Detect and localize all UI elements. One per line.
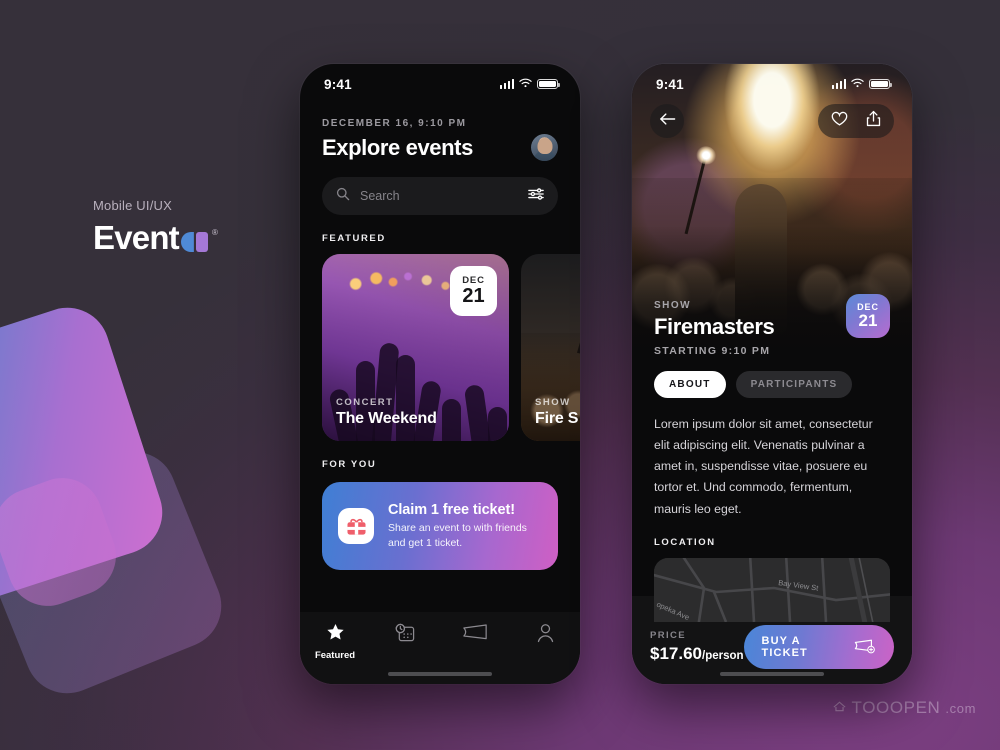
gift-ticket-icon [338, 508, 374, 544]
status-bar: 9:41 [632, 64, 912, 104]
card-title: The Weekend [336, 410, 437, 427]
heart-icon [831, 111, 848, 132]
watermark-name: TOOOPEN [851, 698, 941, 717]
featured-card-list[interactable]: DEC 21 CONCERT The Weekend SHOW Fire S [300, 254, 580, 441]
share-icon [866, 110, 881, 132]
watermark-suffix: .com [945, 700, 976, 716]
promo-card-free-ticket[interactable]: Claim 1 free ticket! Share an event to w… [322, 482, 558, 570]
map-graphic: Bay View St opeka Ave [654, 557, 890, 622]
tab-about[interactable]: ABOUT [654, 371, 726, 398]
event-category: SHOW [654, 300, 692, 311]
cloud-home-icon [832, 698, 847, 718]
location-map[interactable]: Bay View St opeka Ave [654, 557, 890, 622]
filter-sliders-icon[interactable] [528, 187, 544, 206]
card-title: Fire S [535, 410, 579, 427]
cellular-signal-icon [831, 79, 846, 89]
price-value: $17.60/person [650, 644, 744, 664]
brand-logo: Event ® [93, 219, 218, 256]
detail-tabs[interactable]: ABOUT PARTICIPANTS [654, 371, 890, 398]
status-time: 9:41 [656, 76, 684, 92]
home-indicator [720, 672, 824, 676]
battery-icon [537, 78, 561, 90]
ticket-icon [462, 623, 488, 646]
price-amount: $17.60 [650, 644, 702, 663]
buy-ticket-button[interactable]: BUY A TICKET [743, 625, 894, 669]
avatar[interactable] [531, 134, 558, 161]
wifi-icon [851, 75, 864, 93]
header-date: DECEMBER 16, 9:10 PM [322, 118, 467, 129]
watermark: TOOOPEN .com [832, 698, 976, 718]
event-detail-body: SHOW Firemasters STARTING 9:10 PM DEC 21… [632, 294, 912, 622]
ticket-add-icon [854, 638, 876, 657]
card-category: CONCERT [336, 397, 394, 408]
event-date-badge: DEC 21 [846, 294, 890, 338]
tab-tickets[interactable] [440, 623, 510, 646]
share-button[interactable] [858, 106, 888, 136]
registered-mark: ® [211, 228, 218, 237]
hero-action-bar [632, 104, 912, 138]
search-icon [336, 187, 350, 206]
home-indicator [388, 672, 492, 676]
brand-block: Mobile UI/UX Event ® [93, 198, 218, 256]
brand-wordmark: Event [93, 219, 180, 256]
cellular-signal-icon [499, 79, 514, 89]
wifi-icon [519, 75, 532, 93]
status-bar: 9:41 [300, 64, 580, 104]
event-title: Firemasters [654, 314, 775, 339]
logo-bar-icon [195, 232, 208, 252]
promo-title: Claim 1 free ticket! [388, 502, 515, 519]
explore-header: DECEMBER 16, 9:10 PM Explore events [300, 104, 580, 161]
search-input[interactable]: Search [360, 189, 518, 203]
buy-ticket-label: BUY A TICKET [761, 635, 808, 659]
back-button[interactable] [650, 104, 684, 138]
promo-subtitle: Share an event to with friends and get 1… [388, 522, 527, 549]
price-unit: /person [702, 650, 744, 662]
price-label: PRICE [650, 630, 687, 641]
event-date-day: 21 [858, 311, 878, 331]
brand-kicker: Mobile UI/UX [93, 198, 172, 213]
status-time: 9:41 [324, 76, 352, 92]
person-icon [536, 623, 555, 648]
tab-calendar[interactable] [370, 623, 440, 648]
favorite-button[interactable] [824, 106, 854, 136]
battery-icon [869, 78, 893, 90]
tab-label-featured: Featured [314, 650, 356, 661]
page-title: Explore events [322, 134, 473, 160]
section-label-featured: FEATURED [322, 233, 386, 244]
section-label-for-you: FOR YOU [322, 459, 377, 470]
tab-featured[interactable]: Featured [300, 623, 370, 661]
event-description: Lorem ipsum dolor sit amet, consectetur … [654, 417, 873, 516]
phone-detail-screen: 9:41 SHOW Firemasters STARTING 9:10 PM D… [632, 64, 912, 684]
status-indicators [831, 75, 893, 93]
event-starting-time: STARTING 9:10 PM [654, 345, 771, 357]
phone-explore-screen: 9:41 DECEMBER 16, 9:10 PM Explore events… [300, 64, 580, 684]
star-icon [326, 623, 345, 646]
card-date-day: 21 [462, 285, 485, 307]
hero-actions [818, 104, 894, 138]
featured-card-show[interactable]: SHOW Fire S [521, 254, 580, 441]
card-date-badge: DEC 21 [450, 266, 497, 316]
search-bar[interactable]: Search [322, 177, 558, 215]
decorative-shapes [0, 296, 300, 706]
brand-logo-mark: ® [180, 228, 218, 252]
calendar-clock-icon [395, 623, 416, 648]
logo-half-circle-icon [180, 232, 194, 252]
featured-card-concert[interactable]: DEC 21 CONCERT The Weekend [322, 254, 509, 441]
tab-participants[interactable]: PARTICIPANTS [735, 371, 853, 398]
back-arrow-icon [659, 112, 676, 131]
status-indicators [499, 75, 561, 93]
section-label-location: LOCATION [654, 536, 716, 548]
tab-profile[interactable] [510, 623, 580, 648]
card-category: SHOW [535, 397, 571, 408]
